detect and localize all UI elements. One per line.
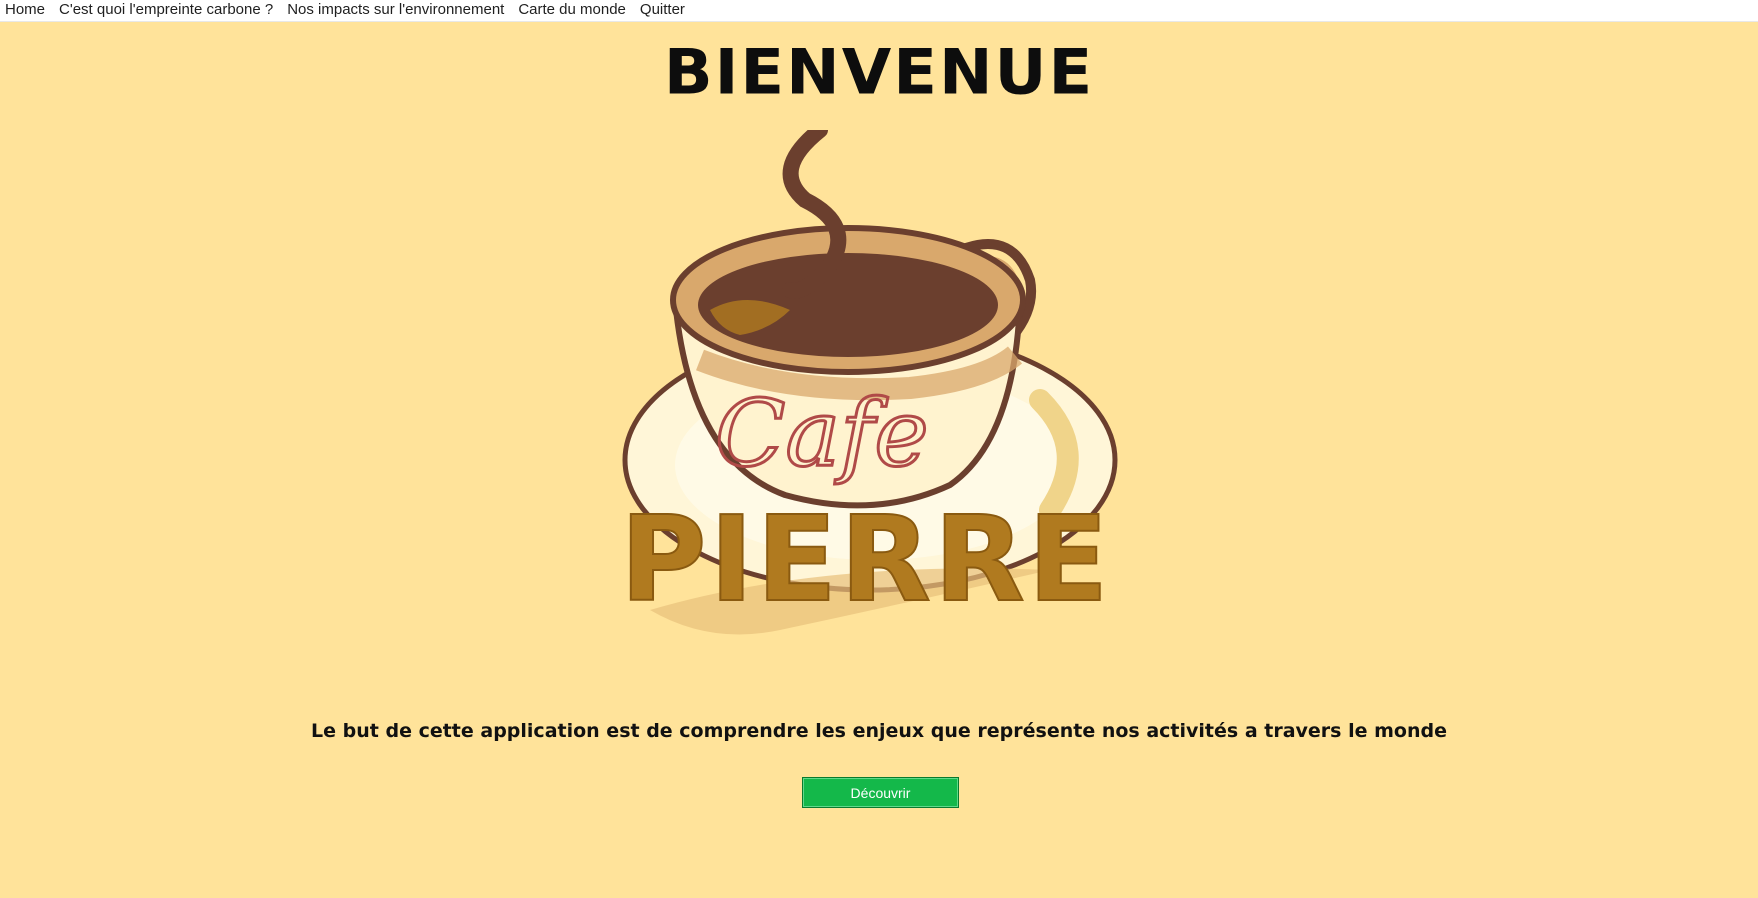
logo-script-text: Cafe (715, 380, 929, 487)
page-title: BIENVENUE (663, 37, 1095, 109)
menu-item-carbon-footprint[interactable]: C'est quoi l'empreinte carbone ? (54, 0, 282, 21)
menu-item-home[interactable]: Home (0, 0, 54, 21)
menu-bar: Home C'est quoi l'empreinte carbone ? No… (0, 0, 1758, 22)
menu-item-world-map[interactable]: Carte du monde (513, 0, 635, 21)
description-text: Le but de cette application est de compr… (311, 720, 1447, 742)
menu-item-quit[interactable]: Quitter (635, 0, 694, 21)
logo-brand-text: PIERRE (620, 490, 1111, 628)
cafe-pierre-logo: Cafe PIERRE (620, 130, 1118, 635)
discover-button[interactable]: Découvrir (802, 777, 959, 808)
menu-item-environmental-impacts[interactable]: Nos impacts sur l'environnement (282, 0, 513, 21)
